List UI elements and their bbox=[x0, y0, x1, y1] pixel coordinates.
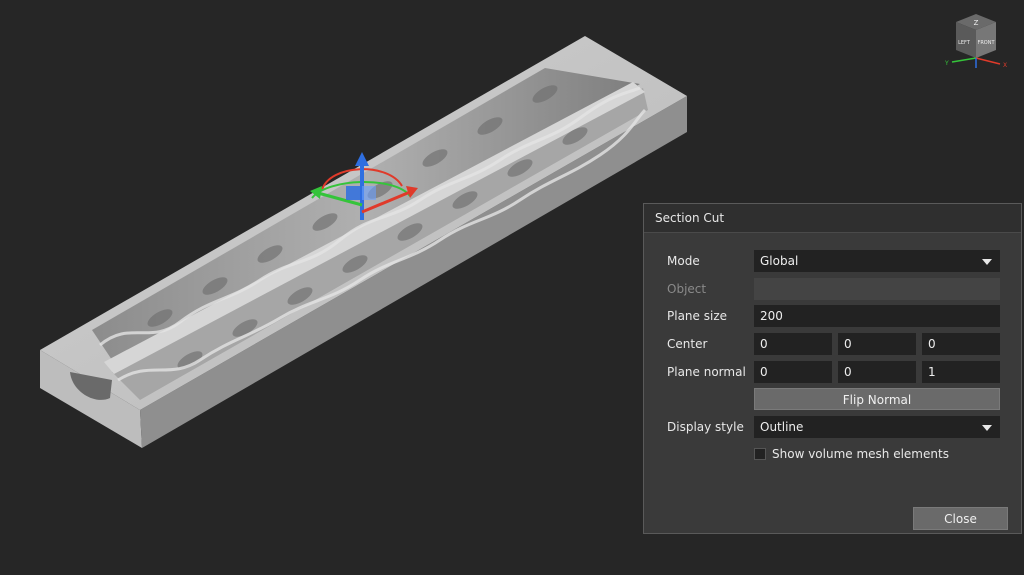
chevron-down-icon bbox=[982, 425, 992, 431]
plane-normal-x-input[interactable] bbox=[754, 361, 832, 383]
view-cube-y-label: Y bbox=[944, 60, 949, 67]
mode-value: Global bbox=[760, 254, 799, 268]
center-z-input[interactable] bbox=[922, 333, 1000, 355]
display-style-select[interactable]: Outline bbox=[754, 416, 1000, 438]
view-cube[interactable]: Z LEFT FRONT X Y bbox=[940, 12, 1012, 72]
section-cut-panel: Section Cut Mode Global Object Plane siz… bbox=[643, 203, 1022, 534]
center-x-input[interactable] bbox=[754, 333, 832, 355]
display-style-value: Outline bbox=[760, 420, 804, 434]
plane-size-input[interactable] bbox=[754, 305, 1000, 327]
show-volume-mesh-row: Show volume mesh elements bbox=[644, 443, 1023, 465]
plane-normal-row: Plane normal bbox=[644, 361, 1023, 383]
view-cube-top-label: Z bbox=[974, 19, 979, 27]
object-row: Object bbox=[644, 278, 1023, 300]
mode-row: Mode Global bbox=[644, 250, 1023, 272]
display-style-row: Display style Outline bbox=[644, 416, 1023, 438]
center-row: Center bbox=[644, 333, 1023, 355]
center-y-input[interactable] bbox=[838, 333, 916, 355]
show-volume-mesh-checkbox[interactable] bbox=[754, 448, 766, 460]
object-field bbox=[754, 278, 1000, 300]
mode-select[interactable]: Global bbox=[754, 250, 1000, 272]
flip-normal-button[interactable]: Flip Normal bbox=[754, 388, 1000, 410]
chevron-down-icon bbox=[982, 259, 992, 265]
view-cube-left-label: LEFT bbox=[958, 40, 971, 46]
object-label: Object bbox=[667, 282, 707, 296]
display-style-label: Display style bbox=[667, 420, 744, 434]
close-button[interactable]: Close bbox=[913, 507, 1008, 530]
plane-size-label: Plane size bbox=[667, 309, 727, 323]
plane-size-row: Plane size bbox=[644, 305, 1023, 327]
view-cube-x-label: X bbox=[1003, 62, 1007, 69]
mode-label: Mode bbox=[667, 254, 700, 268]
middle-ridge bbox=[104, 82, 645, 374]
center-label: Center bbox=[667, 337, 708, 351]
flip-normal-row: Flip Normal bbox=[644, 388, 1023, 410]
panel-title: Section Cut bbox=[644, 204, 1021, 233]
show-volume-mesh-label: Show volume mesh elements bbox=[772, 447, 949, 461]
view-cube-front-label: FRONT bbox=[977, 40, 995, 46]
plane-normal-z-input[interactable] bbox=[922, 361, 1000, 383]
plane-normal-y-input[interactable] bbox=[838, 361, 916, 383]
plane-normal-label: Plane normal bbox=[667, 365, 746, 379]
